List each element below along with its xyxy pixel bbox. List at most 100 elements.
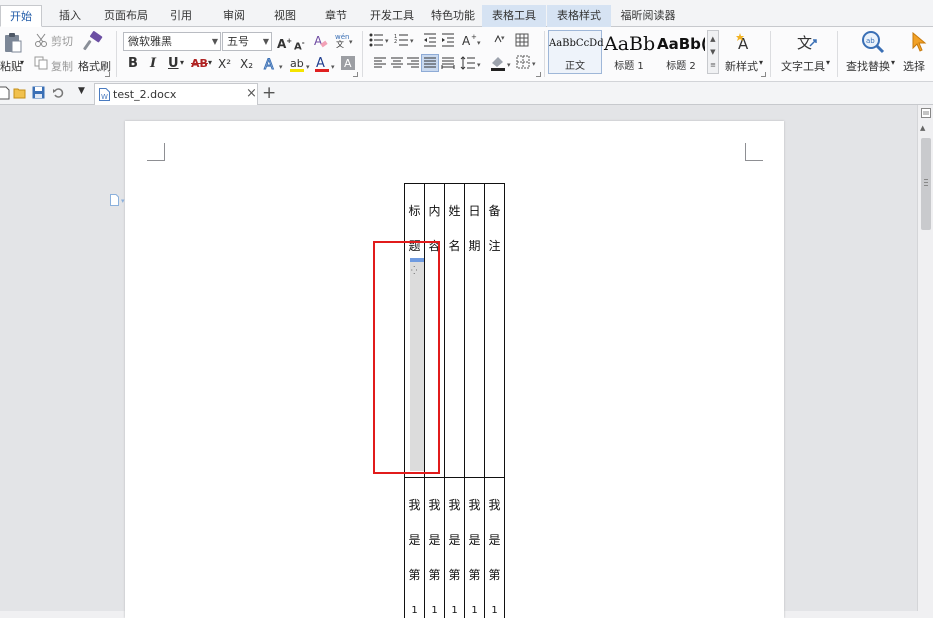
table-cell[interactable]: 我是第1 [404, 477, 425, 618]
tab-section[interactable]: 章节 [318, 5, 354, 27]
clipboard-launcher[interactable] [105, 72, 110, 77]
subscript-button[interactable]: X₂ [240, 56, 253, 72]
table-cell[interactable]: 我是第1 [484, 477, 505, 618]
table-cell[interactable]: 日期 [464, 183, 485, 478]
tab-table-tools[interactable]: 表格工具 [482, 5, 546, 27]
quick-access-dropdown-icon[interactable]: ▼ [78, 86, 85, 96]
change-case-icon[interactable]: A + ▾ [462, 32, 484, 48]
font-name-combo[interactable]: 微软雅黑 ▼ [123, 32, 221, 51]
text-tools-dropdown-icon[interactable]: ▾ [826, 58, 830, 67]
open-folder-icon[interactable] [13, 86, 27, 99]
paragraph-launcher[interactable] [536, 72, 541, 77]
tab-table-style[interactable]: 表格样式 [547, 5, 611, 27]
scroll-up-icon[interactable]: ▲ [920, 124, 925, 132]
tab-developer[interactable]: 开发工具 [366, 5, 418, 27]
style-heading-1[interactable]: AaBb 标题 1 [603, 30, 655, 74]
show-marks-icon[interactable]: ▾ [492, 32, 508, 48]
copy-icon[interactable] [34, 56, 48, 70]
svg-text:▾: ▾ [349, 38, 353, 46]
undo-redo-icon[interactable] [52, 86, 65, 99]
select-cursor-icon[interactable] [910, 31, 928, 53]
document-tab[interactable]: W test_2.docx × [94, 83, 258, 105]
highlight-icon[interactable]: ab ▾ [289, 55, 313, 73]
paste-dropdown-icon[interactable]: ▾ [20, 58, 24, 67]
table-cell[interactable]: 备注 [484, 183, 505, 478]
clear-format-icon[interactable]: A [313, 33, 329, 49]
char-shading-icon[interactable]: A [341, 56, 355, 70]
styles-launcher[interactable] [761, 72, 766, 77]
style-normal[interactable]: AaBbCcDd 正文 [548, 30, 604, 74]
font-launcher[interactable] [353, 72, 358, 77]
copy-button[interactable]: 复制 [51, 58, 73, 74]
scroll-options-icon[interactable] [920, 107, 932, 119]
align-center-icon[interactable] [390, 57, 404, 69]
style-heading-2[interactable]: AaBb( 标题 2 [656, 30, 706, 74]
svg-text:A: A [314, 34, 323, 48]
cut-button[interactable]: 剪切 [51, 33, 73, 49]
style-heading-2-sample: AaBb( [657, 35, 706, 53]
table-cell[interactable]: 我是第1 [444, 477, 465, 618]
strikethrough-button[interactable]: AB [191, 56, 208, 72]
tab-foxit-reader[interactable]: 福昕阅读器 [616, 5, 680, 27]
tab-review[interactable]: 审阅 [216, 5, 252, 27]
align-left-icon[interactable] [373, 57, 387, 69]
find-replace-button[interactable]: 查找替换 [846, 58, 890, 74]
select-button[interactable]: 选择 [903, 58, 925, 74]
decrease-indent-icon[interactable] [423, 33, 437, 47]
justify-icon[interactable] [421, 54, 439, 72]
tab-references[interactable]: 引用 [163, 5, 199, 27]
superscript-button[interactable]: X² [218, 56, 231, 72]
paste-icon[interactable] [2, 31, 24, 55]
tab-view[interactable]: 视图 [267, 5, 303, 27]
style-gallery-scroll[interactable]: ▲ ▼ ≡ [707, 30, 719, 74]
italic-button[interactable]: I [150, 56, 156, 72]
table-cell[interactable]: 我是第1 [464, 477, 485, 618]
tab-home[interactable]: 开始 [0, 5, 42, 27]
table-grid-icon[interactable] [514, 32, 530, 48]
tab-special-features[interactable]: 特色功能 [427, 5, 479, 27]
font-size-dropdown-icon[interactable]: ▼ [263, 33, 269, 50]
table-cell[interactable]: 姓名 [444, 183, 465, 478]
table-cell[interactable]: 我是第1 [424, 477, 445, 618]
increase-indent-icon[interactable] [441, 33, 455, 47]
save-icon[interactable] [32, 86, 45, 99]
new-style-icon[interactable]: A [733, 30, 759, 54]
tab-insert[interactable]: 插入 [52, 5, 88, 27]
tab-page-layout[interactable]: 页面布局 [100, 5, 152, 27]
new-style-button[interactable]: 新样式 [725, 58, 758, 74]
text-tools-button[interactable]: 文字工具 [781, 58, 825, 74]
paste-button[interactable]: 粘贴 [0, 58, 22, 74]
bullet-list-icon[interactable]: ▾ [369, 33, 391, 47]
vertical-scrollbar[interactable]: ▲ [917, 105, 933, 611]
new-style-dropdown-icon[interactable]: ▾ [759, 58, 763, 67]
svg-text:2: 2 [394, 39, 397, 45]
strikethrough-dropdown-icon[interactable]: ▾ [208, 58, 212, 67]
shrink-font-icon[interactable]: A- [294, 35, 305, 55]
align-right-icon[interactable] [406, 57, 420, 69]
text-tools-icon[interactable]: 文 [795, 30, 819, 54]
scrollbar-thumb[interactable] [921, 138, 931, 230]
line-spacing-icon[interactable]: ▾ [460, 56, 484, 70]
font-color-icon[interactable]: A ▾ [314, 55, 338, 73]
underline-button[interactable]: U [168, 56, 179, 72]
phonetic-guide-icon[interactable]: wén 文 ▾ [334, 32, 356, 48]
numbered-list-icon[interactable]: 1 2 ▾ [394, 33, 416, 47]
new-tab-plus-icon[interactable]: + [262, 83, 276, 103]
text-effect-icon[interactable]: A ▾ [263, 55, 287, 74]
paragraph-layout-icon[interactable]: ▾ [110, 194, 128, 206]
format-painter-icon[interactable] [82, 30, 104, 54]
shading-fill-icon[interactable]: ▾ [490, 55, 514, 71]
find-replace-icon[interactable]: ab [861, 30, 885, 54]
bold-button[interactable]: B [128, 56, 138, 72]
distributed-align-icon[interactable] [441, 57, 455, 69]
font-name-dropdown-icon[interactable]: ▼ [212, 33, 218, 50]
close-tab-icon[interactable]: × [246, 86, 257, 101]
find-replace-dropdown-icon[interactable]: ▾ [891, 58, 895, 67]
scissors-icon[interactable] [34, 33, 48, 47]
borders-icon[interactable]: ▾ [516, 55, 540, 71]
style-normal-label: 正文 [565, 61, 585, 72]
font-size-combo[interactable]: 五号 ▼ [222, 32, 272, 51]
grow-font-icon[interactable]: A+ [277, 33, 292, 52]
new-doc-icon[interactable] [0, 86, 10, 100]
underline-dropdown-icon[interactable]: ▾ [180, 58, 184, 67]
